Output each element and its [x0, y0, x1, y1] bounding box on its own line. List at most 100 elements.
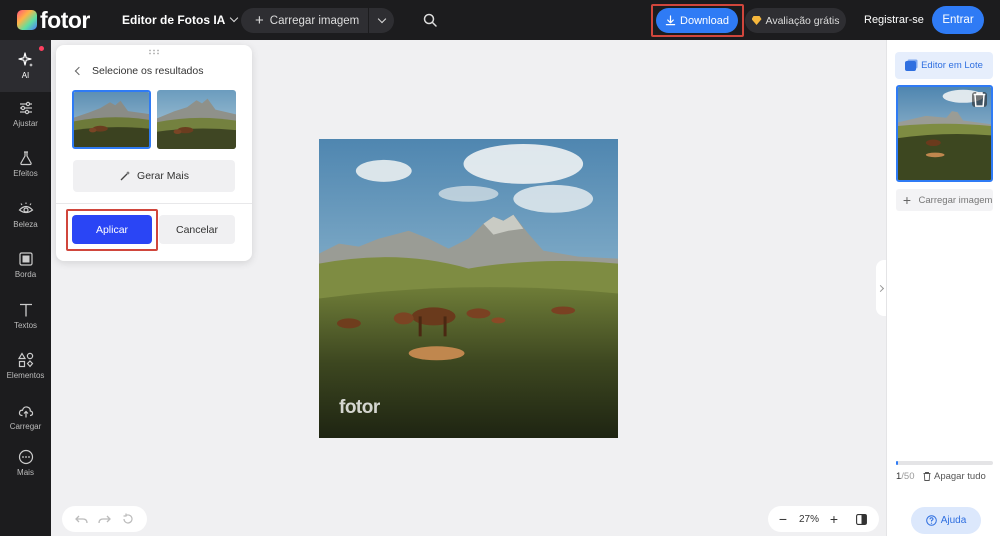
trash-icon [923, 472, 931, 481]
clear-all-button[interactable]: Apagar tudo [923, 471, 986, 482]
watermark-logo: fotor [339, 397, 380, 418]
sidebar-item-label: Beleza [13, 220, 38, 229]
logo-icon [17, 10, 37, 30]
sidebar-item-ai[interactable]: AI [0, 40, 51, 92]
plus-icon: + [902, 192, 912, 208]
text-icon [19, 303, 32, 317]
delete-image-button[interactable] [972, 92, 987, 107]
register-link[interactable]: Registrar-se [864, 14, 924, 26]
layers-icon [905, 60, 917, 71]
undo-icon[interactable] [75, 514, 88, 525]
canvas-image[interactable]: fotor [319, 139, 618, 438]
zoom-in-button[interactable]: + [820, 511, 848, 527]
add-image-button[interactable]: + Carregar imagem [896, 189, 993, 211]
download-label: Download [680, 14, 729, 27]
magic-wand-icon [120, 171, 131, 181]
shapes-icon [17, 352, 33, 368]
landscape-photo [319, 139, 618, 438]
compare-toggle[interactable] [848, 513, 874, 525]
zoom-out-button[interactable]: − [768, 511, 798, 527]
fotor-logo[interactable]: fotor [17, 7, 90, 33]
sidebar-item-label: Ajustar [13, 119, 38, 128]
sidebar-item-label: Efeitos [13, 169, 38, 178]
download-icon [665, 15, 676, 26]
count-total: /50 [901, 471, 915, 482]
help-button[interactable]: Ajuda [911, 507, 981, 534]
generate-more-label: Gerar Mais [137, 170, 189, 182]
divider [56, 203, 252, 204]
progress-fill [896, 461, 898, 465]
sidebar-item-borda[interactable]: Borda [0, 251, 51, 279]
result-thumbnail-2[interactable] [157, 90, 236, 149]
batch-label: Editor em Lote [921, 60, 983, 71]
image-count: 1/50 [896, 471, 915, 482]
upload-label: Carregar imagem [269, 14, 360, 27]
drag-handle[interactable] [148, 49, 160, 55]
panel-header: Selecione os resultados [74, 65, 204, 77]
download-button[interactable]: Download [656, 8, 738, 33]
sidebar-item-beleza[interactable]: Beleza [0, 201, 51, 229]
split-view-icon [855, 513, 867, 525]
zoom-controls: − 27% + [768, 506, 879, 532]
generate-more-button[interactable]: Gerar Mais [73, 160, 235, 192]
redo-icon[interactable] [98, 514, 112, 525]
history-controls [62, 506, 147, 532]
editor-menu[interactable]: Editor de Fotos IA [122, 13, 239, 27]
sparkle-icon [17, 52, 33, 67]
upload-dropdown-button[interactable] [369, 14, 394, 23]
help-label: Ajuda [940, 515, 967, 526]
add-image-label: Carregar imagem [918, 194, 993, 206]
sidebar-item-label: AI [21, 71, 30, 80]
sidebar-item-efeitos[interactable]: Efeitos [0, 150, 51, 178]
sidebar-item-elementos[interactable]: Elementos [0, 352, 51, 380]
editor-title: Editor de Fotos IA [122, 13, 226, 27]
sidebar-item-carregar[interactable]: Carregar [0, 403, 51, 431]
sidebar-item-label: Textos [13, 321, 38, 330]
notification-dot [39, 46, 44, 51]
image-count-progress [896, 461, 993, 465]
sidebar-item-label: Elementos [6, 371, 45, 380]
frame-icon [18, 252, 33, 266]
batch-editor-button[interactable]: Editor em Lote [895, 52, 993, 79]
search-icon[interactable] [422, 12, 438, 28]
sidebar-item-label: Carregar [9, 422, 42, 431]
result-image [74, 92, 149, 147]
batch-panel: Editor em Lote + Carregar imagem 1/50 Ap… [886, 40, 1000, 536]
more-icon [18, 449, 33, 465]
result-thumbnail-1[interactable] [72, 90, 151, 149]
sidebar-item-ajustar[interactable]: Ajustar [0, 100, 51, 128]
trial-label: Avaliação grátis [765, 14, 840, 27]
image-thumbnail[interactable] [896, 85, 993, 182]
clear-all-label: Apagar tudo [934, 471, 986, 482]
upload-image-button[interactable]: + Carregar imagem [241, 8, 369, 33]
logo-text: fotor [40, 7, 90, 33]
sidebar-item-label: Mais [17, 468, 34, 477]
top-bar: fotor Editor de Fotos IA + Carregar imag… [0, 0, 1000, 40]
ai-results-panel: Selecione os resultados Gerar Mais Aplic… [56, 45, 252, 261]
help-icon [925, 515, 937, 526]
reset-icon[interactable] [122, 513, 134, 525]
chevron-right-icon [876, 284, 885, 292]
sidebar-item-textos[interactable]: Textos [0, 302, 51, 330]
sidebar-item-mais[interactable]: Mais [0, 449, 51, 477]
back-chevron-icon[interactable] [74, 66, 84, 76]
zoom-level[interactable]: 27% [798, 514, 820, 525]
diamond-icon [751, 16, 762, 25]
login-button[interactable]: Entrar [932, 6, 984, 34]
result-image [157, 90, 236, 149]
left-sidebar: AI Ajustar Efeitos Beleza Borda Textos E… [0, 40, 51, 536]
trash-icon [973, 92, 986, 107]
chevron-down-icon [230, 13, 239, 23]
sidebar-item-label: Borda [14, 270, 37, 279]
flask-icon [19, 151, 32, 166]
chevron-down-icon [377, 14, 386, 23]
sliders-icon [19, 101, 32, 115]
plus-icon: + [255, 12, 264, 29]
eye-icon [18, 202, 33, 214]
cancel-button[interactable]: Cancelar [159, 215, 235, 244]
cloud-upload-icon [18, 406, 33, 418]
free-trial-button[interactable]: Avaliação grátis [745, 8, 846, 33]
upload-group: + Carregar imagem [241, 8, 394, 33]
apply-button[interactable]: Aplicar [72, 215, 152, 244]
panel-title: Selecione os resultados [92, 65, 204, 77]
